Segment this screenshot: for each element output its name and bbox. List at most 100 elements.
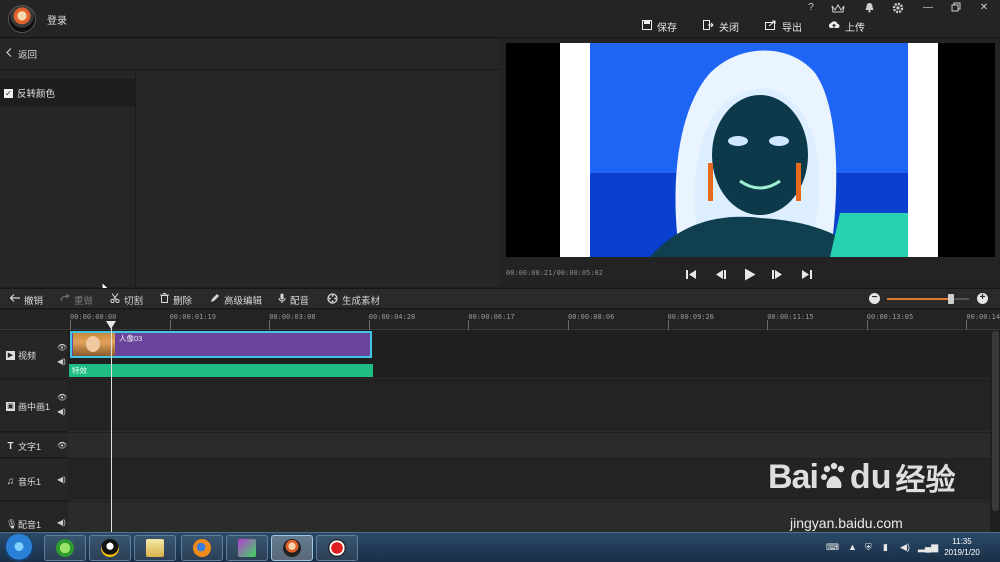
- play-icon[interactable]: [741, 265, 759, 283]
- timecode-display: 00:00:00:21/00:00:05:02: [506, 269, 603, 277]
- track-header-text: T 文字1 👁: [0, 433, 68, 458]
- track-name-text: T 文字1: [6, 440, 41, 453]
- eye-icon[interactable]: 👁: [57, 393, 67, 402]
- generate-material-button[interactable]: 生成素材: [327, 292, 380, 307]
- skip-to-start-icon[interactable]: [682, 265, 700, 283]
- speaker-icon[interactable]: ◀): [57, 475, 66, 484]
- effects-panel: 返回 ✓ 反转颜色 删除 清空: [0, 39, 500, 308]
- close-project-button[interactable]: 关闭: [703, 18, 739, 34]
- system-clock[interactable]: 11:35 2019/1/20: [934, 536, 990, 558]
- clock-date: 2019/1/20: [944, 548, 980, 557]
- track-label-pip: 画中画1: [18, 402, 51, 412]
- clip-name: 人像03: [119, 334, 143, 343]
- taskbar-app-qq[interactable]: [89, 535, 131, 561]
- preview-panel: 00:00:00:21/00:00:05:02: [500, 39, 1000, 287]
- bell-icon[interactable]: [861, 2, 877, 16]
- clip-thumbnail-face: [86, 336, 100, 352]
- export-label: 导出: [782, 22, 802, 34]
- gear-icon[interactable]: [890, 2, 906, 16]
- prev-frame-icon[interactable]: [711, 265, 729, 283]
- volume-icon[interactable]: ◀): [900, 542, 910, 553]
- app-logo[interactable]: [8, 5, 36, 33]
- ruler-tick: [169, 320, 171, 330]
- track-name-voice: 🎙 配音1: [6, 518, 41, 531]
- back-button[interactable]: 返回: [0, 39, 500, 70]
- taskbar-app-video-editor[interactable]: [271, 535, 313, 561]
- speaker-icon[interactable]: ◀): [57, 407, 66, 416]
- close-window-icon[interactable]: ✕: [976, 2, 992, 16]
- ruler-tick: [269, 320, 271, 330]
- music-note-icon: ♫: [6, 476, 15, 487]
- video-track-icon: ▶: [6, 351, 15, 360]
- login-link[interactable]: 登录: [47, 12, 67, 27]
- save-button[interactable]: 保存: [642, 18, 677, 34]
- upload-button[interactable]: 上传: [828, 18, 865, 34]
- zoom-slider-thumb[interactable]: [947, 294, 954, 304]
- playhead-line[interactable]: [111, 322, 112, 532]
- zoom-out-icon[interactable]: −: [869, 293, 880, 304]
- time-ruler[interactable]: 00:00:00:00 00:00:01:19 00:00:03:08 00:00:0…: [68, 310, 1000, 330]
- taskbar-app-firefox[interactable]: [181, 535, 223, 561]
- redo-button[interactable]: 重做: [60, 292, 93, 307]
- taskbar-app-recorder[interactable]: [316, 535, 358, 561]
- ruler-tick: [767, 320, 769, 330]
- export-icon: [765, 20, 777, 33]
- vip-icon[interactable]: [830, 4, 846, 18]
- start-button[interactable]: [4, 534, 34, 562]
- timeline-scrollbar[interactable]: [992, 331, 999, 511]
- undo-icon: [9, 294, 20, 305]
- track-header-video: ▶ 视频 👁 ◀): [0, 331, 68, 379]
- track-lane-pip[interactable]: [68, 380, 990, 432]
- restore-icon[interactable]: [948, 2, 964, 16]
- undo-label: 撤销: [24, 295, 44, 307]
- usb-icon[interactable]: ▮: [883, 542, 888, 553]
- arrow-up-icon[interactable]: ▲: [848, 542, 857, 552]
- minimize-icon[interactable]: —: [920, 2, 936, 16]
- ruler-tick-label: 00:00:03:08: [269, 313, 316, 321]
- taskbar-app-explorer[interactable]: [134, 535, 176, 561]
- security-tray-icon[interactable]: ⛨: [865, 542, 872, 553]
- cut-button[interactable]: 切割: [110, 292, 143, 307]
- skip-to-end-icon[interactable]: [797, 265, 815, 283]
- ruler-tick-label: 00:00:06:17: [468, 313, 515, 321]
- undo-button[interactable]: 撤销: [9, 292, 44, 307]
- track-header-pip: ▣ 画中画1 👁 ◀): [0, 380, 68, 432]
- chevron-left-icon: [6, 48, 12, 60]
- ruler-tick: [70, 320, 71, 330]
- dub-button[interactable]: 配音: [278, 292, 309, 307]
- keyboard-icon[interactable]: ⌨: [826, 542, 839, 553]
- taskbar-app-player[interactable]: [226, 535, 268, 561]
- video-editor-icon: [283, 539, 301, 557]
- qq-icon: [101, 539, 119, 557]
- eye-icon[interactable]: 👁: [57, 441, 67, 450]
- speaker-icon[interactable]: ◀): [57, 357, 66, 366]
- microphone-icon: 🎙: [6, 519, 18, 529]
- text-track-icon: T: [7, 441, 14, 452]
- speaker-icon[interactable]: ◀): [57, 518, 66, 527]
- effect-list: ✓ 反转颜色 删除 清空: [0, 70, 136, 308]
- ruler-tick: [966, 320, 968, 330]
- effect-item-invert-color[interactable]: ✓ 反转颜色: [0, 79, 135, 107]
- help-icon[interactable]: ?: [803, 2, 819, 16]
- redo-icon: [60, 293, 70, 305]
- folder-icon: [146, 539, 164, 557]
- video-clip[interactable]: 人像03: [70, 331, 372, 358]
- ruler-tick-label: 00:00:09:26: [667, 313, 714, 321]
- ruler-tick-label: 00:00:08:06: [568, 313, 615, 321]
- delete-button[interactable]: 删除: [160, 292, 192, 307]
- delete-label: 删除: [173, 295, 193, 307]
- effect-clip[interactable]: 特效: [69, 364, 373, 377]
- next-frame-icon[interactable]: [768, 265, 786, 283]
- taskbar-app-360[interactable]: [44, 535, 86, 561]
- cut-label: 切割: [124, 295, 144, 307]
- track-label-voice: 配音1: [18, 520, 42, 530]
- zoom-in-icon[interactable]: +: [977, 293, 988, 304]
- checkbox-checked-icon[interactable]: ✓: [4, 88, 13, 98]
- ruler-tick-label: 00:00:00:00: [70, 313, 117, 321]
- watermark-cn: 经验: [895, 464, 956, 497]
- video-preview[interactable]: [506, 43, 995, 257]
- export-button[interactable]: 导出: [765, 18, 802, 34]
- eye-icon[interactable]: 👁: [57, 343, 67, 352]
- ruler-tick-label: 00:00:13:05: [866, 313, 914, 321]
- advanced-edit-button[interactable]: 高级编辑: [210, 292, 262, 307]
